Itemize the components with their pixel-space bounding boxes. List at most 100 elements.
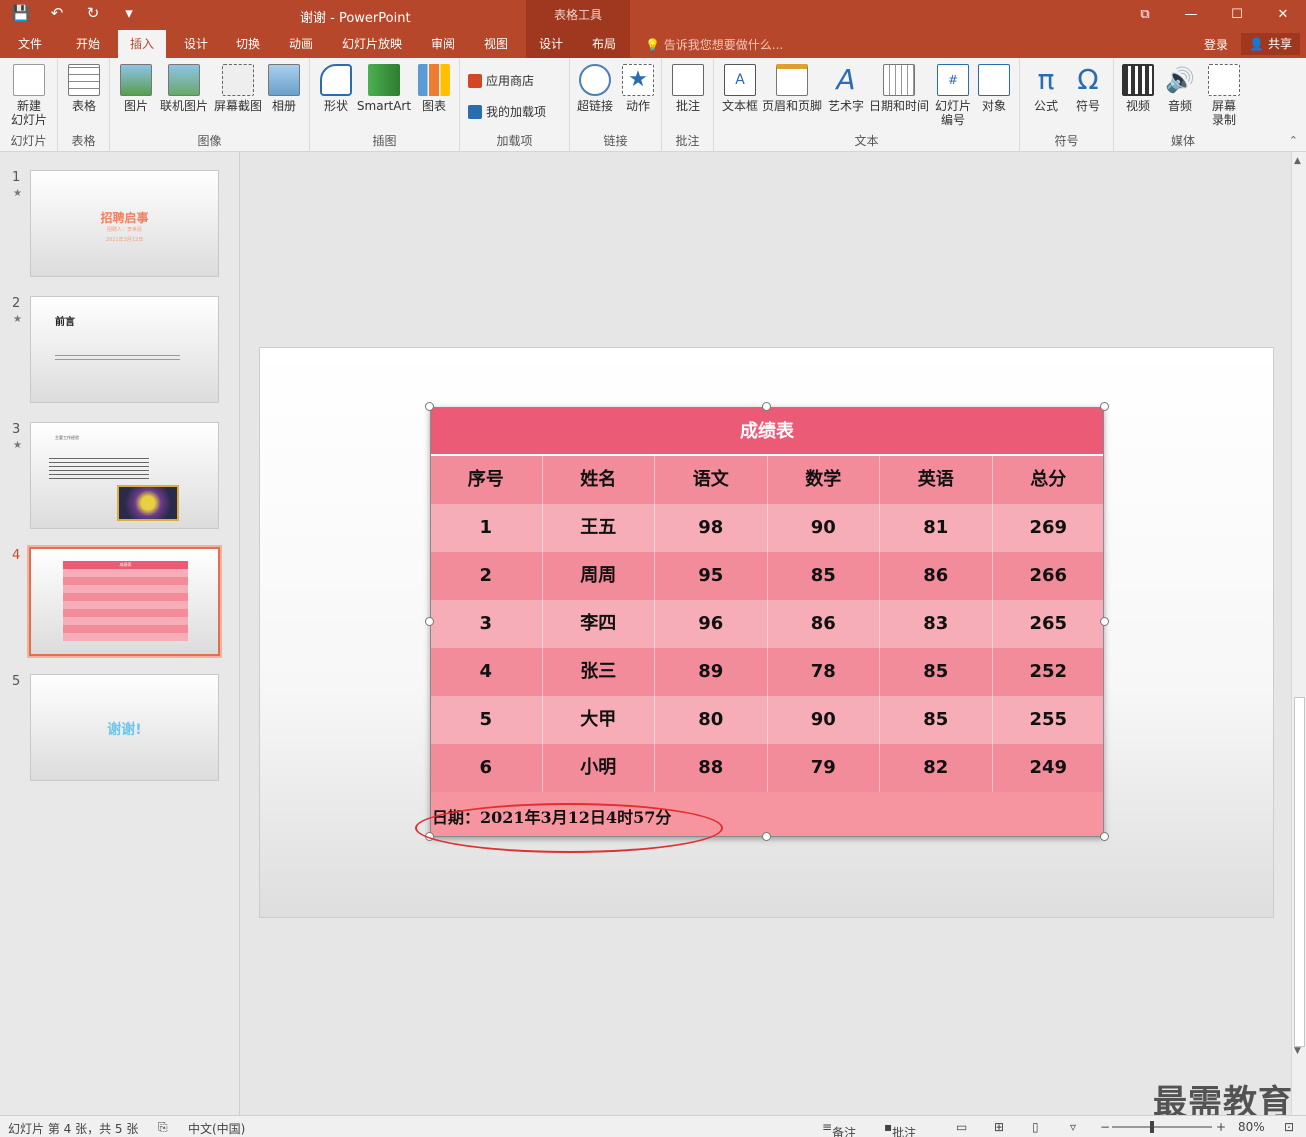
- audio-button[interactable]: 🔊 音频: [1162, 64, 1198, 113]
- tab-file[interactable]: 文件: [6, 30, 54, 58]
- header-cell[interactable]: 序号: [430, 456, 543, 504]
- scroll-down-icon[interactable]: ▼: [1294, 1046, 1301, 1056]
- table-cell[interactable]: 89: [655, 648, 768, 696]
- table-cell[interactable]: 78: [768, 648, 880, 696]
- table-cell[interactable]: 81: [880, 504, 993, 552]
- redo-icon[interactable]: ↻: [82, 4, 104, 22]
- table-cell[interactable]: 1: [430, 504, 543, 552]
- ribbon-display-icon[interactable]: ⧉: [1122, 0, 1168, 30]
- table-cell[interactable]: 2: [430, 552, 543, 600]
- reading-view-icon[interactable]: ▯: [1032, 1120, 1039, 1134]
- tab-slideshow[interactable]: 幻灯片放映: [330, 30, 414, 58]
- table-cell[interactable]: 3: [430, 600, 543, 648]
- resize-handle-s[interactable]: [762, 832, 771, 841]
- table-cell[interactable]: 90: [768, 696, 880, 744]
- table-cell[interactable]: 90: [768, 504, 880, 552]
- language-status[interactable]: 中文(中国): [188, 1120, 245, 1137]
- table-cell[interactable]: 6: [430, 744, 543, 792]
- tab-table-design[interactable]: 设计: [527, 30, 575, 58]
- table-cell[interactable]: 252: [993, 648, 1105, 696]
- spellcheck-icon[interactable]: ⎘: [158, 1120, 168, 1135]
- undo-icon[interactable]: ↶: [46, 4, 68, 22]
- shapes-button[interactable]: 形状: [318, 64, 354, 113]
- zoom-slider-track[interactable]: [1112, 1126, 1212, 1128]
- comment-button[interactable]: 批注: [670, 64, 706, 113]
- photo-album-button[interactable]: 相册: [266, 64, 302, 113]
- table-cell[interactable]: 265: [993, 600, 1105, 648]
- smartart-button[interactable]: SmartArt: [356, 64, 412, 113]
- table-cell[interactable]: 86: [880, 552, 993, 600]
- notes-button[interactable]: ≡ 备注: [822, 1120, 856, 1137]
- table-cell[interactable]: 83: [880, 600, 993, 648]
- customize-qat-icon[interactable]: ▾: [118, 4, 140, 22]
- table-cell[interactable]: 大甲: [543, 696, 655, 744]
- resize-handle-e[interactable]: [1100, 617, 1109, 626]
- score-table[interactable]: 成绩表 序号 姓名 语文 数学 英语 总分 1 王五 98 90 81 269 …: [430, 407, 1104, 837]
- collapse-ribbon-icon[interactable]: ⌃: [1289, 134, 1298, 147]
- zoom-in-icon[interactable]: +: [1216, 1120, 1226, 1134]
- tab-design[interactable]: 设计: [172, 30, 220, 58]
- table-cell[interactable]: 85: [768, 552, 880, 600]
- action-button[interactable]: ★ 动作: [620, 64, 656, 113]
- table-cell[interactable]: 249: [993, 744, 1105, 792]
- slide-4[interactable]: 成绩表 序号 姓名 语文 数学 英语 总分 1 王五 98 90 81 269 …: [259, 347, 1274, 918]
- scroll-thumb[interactable]: [1294, 697, 1305, 1047]
- resize-handle-nw[interactable]: [425, 402, 434, 411]
- login-link[interactable]: 登录: [1204, 36, 1228, 53]
- table-cell[interactable]: 85: [880, 648, 993, 696]
- store-button[interactable]: 应用商店: [468, 72, 534, 89]
- table-cell[interactable]: 小明: [543, 744, 655, 792]
- table-cell[interactable]: 88: [655, 744, 768, 792]
- header-cell[interactable]: 姓名: [543, 456, 655, 504]
- equation-button[interactable]: π 公式: [1026, 64, 1066, 114]
- table-cell[interactable]: 266: [993, 552, 1105, 600]
- minimize-icon[interactable]: —: [1168, 0, 1214, 30]
- tab-review[interactable]: 审阅: [419, 30, 467, 58]
- header-cell[interactable]: 数学: [768, 456, 880, 504]
- slide-number-button[interactable]: # 幻灯片 编号: [932, 64, 974, 127]
- scroll-up-icon[interactable]: ▲: [1294, 156, 1301, 166]
- share-button[interactable]: 👤 共享: [1241, 33, 1300, 55]
- resize-handle-n[interactable]: [762, 402, 771, 411]
- table-cell[interactable]: 5: [430, 696, 543, 744]
- hyperlink-button[interactable]: 超链接: [575, 64, 615, 113]
- chart-button[interactable]: 图表: [416, 64, 452, 113]
- table-cell[interactable]: 269: [993, 504, 1105, 552]
- symbol-button[interactable]: Ω 符号: [1070, 64, 1106, 114]
- resize-handle-w[interactable]: [425, 617, 434, 626]
- zoom-level[interactable]: 80%: [1238, 1120, 1265, 1134]
- comments-button[interactable]: ▪ 批注: [884, 1120, 916, 1137]
- table-cell[interactable]: 255: [993, 696, 1105, 744]
- resize-handle-se[interactable]: [1100, 832, 1109, 841]
- tab-view[interactable]: 视图: [472, 30, 520, 58]
- online-picture-button[interactable]: 联机图片: [158, 64, 210, 113]
- normal-view-icon[interactable]: ▭: [956, 1120, 967, 1134]
- tab-table-layout[interactable]: 布局: [580, 30, 628, 58]
- resize-handle-ne[interactable]: [1100, 402, 1109, 411]
- slideshow-icon[interactable]: ▿: [1070, 1120, 1076, 1134]
- header-footer-button[interactable]: 页眉和页脚: [762, 64, 822, 113]
- table-cell[interactable]: 4: [430, 648, 543, 696]
- table-cell[interactable]: 周周: [543, 552, 655, 600]
- close-icon[interactable]: ✕: [1260, 0, 1306, 30]
- picture-button[interactable]: 图片: [118, 64, 154, 113]
- my-addins-button[interactable]: 我的加载项: [468, 103, 546, 120]
- vertical-scrollbar[interactable]: ▲ ▼: [1291, 152, 1306, 1115]
- table-cell[interactable]: 李四: [543, 600, 655, 648]
- table-cell[interactable]: 98: [655, 504, 768, 552]
- table-cell[interactable]: 85: [880, 696, 993, 744]
- table-button[interactable]: 表格: [66, 64, 102, 113]
- zoom-slider-knob[interactable]: [1150, 1121, 1154, 1133]
- new-slide-button[interactable]: 新建 幻灯片: [6, 64, 52, 127]
- tell-me-search[interactable]: 💡 告诉我您想要做什么...: [645, 36, 783, 53]
- video-button[interactable]: 视频: [1120, 64, 1156, 113]
- table-cell[interactable]: 86: [768, 600, 880, 648]
- save-icon[interactable]: 💾: [10, 4, 32, 22]
- screenshot-button[interactable]: 屏幕截图: [212, 64, 264, 113]
- table-title[interactable]: 成绩表: [430, 407, 1104, 456]
- table-cell[interactable]: 张三: [543, 648, 655, 696]
- table-cell[interactable]: 80: [655, 696, 768, 744]
- table-cell[interactable]: 82: [880, 744, 993, 792]
- header-cell[interactable]: 总分: [993, 456, 1105, 504]
- screen-record-button[interactable]: 屏幕 录制: [1206, 64, 1242, 127]
